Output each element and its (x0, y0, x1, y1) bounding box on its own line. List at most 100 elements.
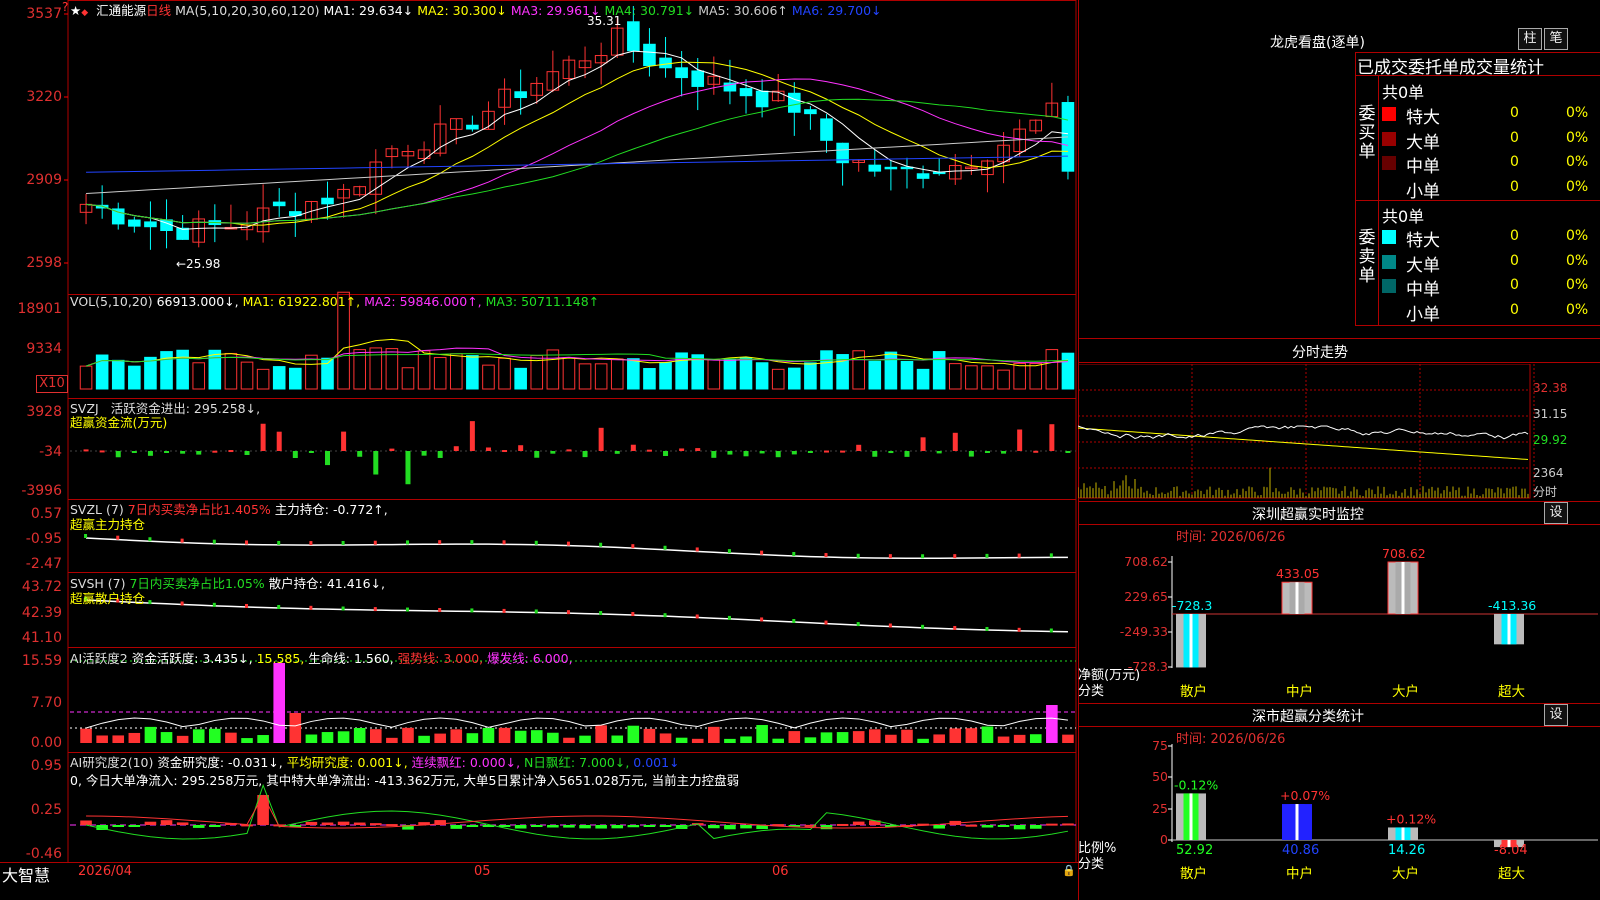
ai-active-item: 资金活跃度: 3.435↓, (131, 651, 253, 666)
flow-bar (405, 451, 411, 485)
brand-label: 大智慧 (2, 866, 51, 885)
star-icon[interactable]: ★ (70, 3, 81, 18)
sz-monitor-title: 深圳超赢实时监控 (1252, 507, 1364, 523)
svsh-tick (405, 607, 409, 612)
pen-mode-button[interactable]: 笔 (1544, 28, 1568, 50)
flow-bar (99, 450, 105, 453)
intraday-title[interactable]: 分时走势 (1292, 342, 1348, 362)
sell-total: 共0单 (1382, 207, 1425, 226)
svzl-tick (631, 544, 635, 549)
svsh-tick (373, 607, 377, 612)
order-row: 大单 0 0% (1380, 128, 1600, 153)
volume-bar (111, 359, 125, 390)
sz-class-settings-button[interactable]: 设 (1544, 704, 1568, 726)
research-bar (965, 824, 978, 827)
flow-bar (663, 451, 669, 456)
active-bar (225, 732, 237, 743)
bar-mode-button[interactable]: 柱 (1518, 28, 1542, 50)
active-bar (450, 729, 463, 743)
y-tick: 18901 (17, 301, 62, 317)
volume-bar (948, 363, 962, 390)
y-tick: 3220 (26, 89, 62, 105)
active-bar (611, 735, 624, 743)
order-row: 小单 0 0% (1380, 300, 1600, 325)
ai-research-item: 资金研究度: -0.031↓, (157, 755, 283, 770)
candle-body (144, 221, 157, 228)
lock-icon[interactable]: 🔒 (1062, 864, 1076, 877)
svzl-tick (180, 538, 184, 543)
volume-bar (272, 366, 286, 390)
active-bar (321, 732, 334, 743)
y-tick-label: 708.62 (1124, 554, 1168, 569)
y-tick: 2598 (26, 255, 62, 271)
flow-bar (131, 451, 137, 453)
active-bar (80, 728, 92, 743)
volume-bar (900, 360, 914, 390)
flow-bar (968, 451, 974, 457)
order-row-label: 中单 (1406, 280, 1440, 300)
value-label: +0.07% (1280, 788, 1330, 803)
research-bar (337, 821, 350, 825)
flow-bar (276, 431, 282, 451)
unit-badge[interactable]: X10 (36, 375, 68, 393)
menu-icon[interactable]: ? (62, 0, 68, 14)
y-tick-label: 0 (1160, 832, 1168, 847)
svzl-tick (245, 540, 249, 545)
flow-bar (920, 437, 926, 451)
volume-bar (144, 356, 157, 390)
active-bar (305, 734, 318, 743)
value-label: 433.05 (1276, 566, 1320, 581)
active-bar (337, 731, 350, 743)
flow-bar (292, 451, 298, 458)
flow-bar (115, 451, 121, 458)
research-bar (514, 825, 527, 829)
order-row-label: 大单 (1406, 255, 1440, 276)
research-bar (80, 820, 92, 825)
sz-class-chart: 75 50 25 0 -0.12% 散户 +0.07% 中户 +0.12% 大户 超大 比例%分类 52… (1078, 740, 1598, 882)
order-row: 小单 0 0% (1380, 177, 1600, 202)
active-bar (369, 729, 382, 743)
order-row-count: 0 (1510, 105, 1519, 121)
flow-bar (357, 451, 363, 457)
research-bar (579, 825, 591, 829)
active-bar (257, 735, 269, 743)
intraday-chart[interactable] (1078, 364, 1600, 500)
active-bar (708, 726, 720, 743)
candle-body (128, 219, 141, 227)
y-tick: 3928 (26, 404, 62, 420)
research-bar (466, 825, 479, 827)
sz-monitor-settings-button[interactable]: 设 (1544, 502, 1568, 524)
volume-bar (578, 363, 592, 390)
ma-legend-item: MA1: 29.634↓ (323, 3, 414, 18)
flow-bar (228, 450, 234, 453)
date-start: 2026/04 (78, 864, 133, 879)
volume-bar (192, 362, 206, 390)
candle-body (820, 118, 833, 141)
order-row-label: 大单 (1406, 132, 1440, 153)
svzl-tick (534, 540, 538, 545)
candle-body (675, 67, 688, 79)
ai-research-item: 平均研究度: 0.001↓, (282, 755, 408, 770)
volume-bar (466, 355, 479, 390)
research-red-line (86, 794, 1068, 829)
period-label[interactable]: 日线 (146, 3, 171, 18)
bottom-bar (0, 862, 1078, 882)
svzl-tick (695, 547, 699, 552)
svzl-tick (470, 540, 474, 545)
flow-bar (1065, 451, 1071, 453)
volume-bar (627, 358, 640, 390)
class-value-label: -8.04 (1494, 843, 1528, 858)
vol-params: VOL(5,10,20) (70, 294, 153, 309)
active-bar (434, 733, 446, 743)
flow-bar (952, 432, 958, 451)
value-label: 708.62 (1382, 546, 1426, 561)
volume-bar (981, 365, 994, 390)
chart-canvas[interactable] (0, 0, 1078, 882)
active-bar (176, 735, 189, 743)
ai-active-header: AI活跃度2 资金活跃度: 3.435↓, 15.585, 生命线: 1.560… (70, 648, 573, 667)
active-bar (740, 736, 752, 743)
flow-bar (582, 451, 588, 458)
flow-bar (807, 451, 813, 453)
active-bar (868, 729, 881, 743)
category-bar (1388, 827, 1418, 840)
